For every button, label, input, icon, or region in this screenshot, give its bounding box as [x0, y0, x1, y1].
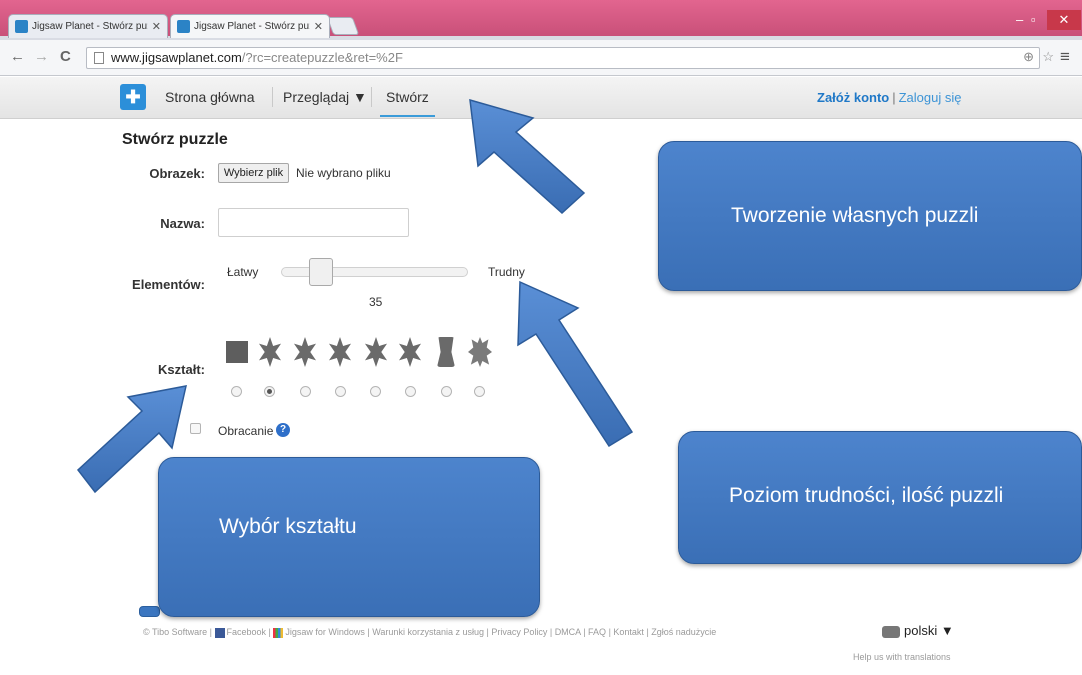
register-link[interactable]: Załóż konto — [817, 90, 889, 105]
help-icon[interactable]: ? — [276, 423, 290, 437]
pieces-label: Elementów: — [132, 277, 205, 292]
footer-privacy-link[interactable]: Privacy Policy — [491, 627, 547, 637]
name-input[interactable] — [218, 208, 409, 237]
shape-classic-2-icon[interactable] — [293, 337, 317, 367]
choose-file-button[interactable]: Wybierz plik — [218, 163, 289, 183]
shape-spiky-icon[interactable] — [468, 337, 492, 367]
nav-home[interactable]: Strona główna — [165, 89, 255, 105]
footer-windows-link[interactable]: Jigsaw for Windows — [285, 627, 365, 637]
rotation-checkbox[interactable] — [190, 423, 201, 434]
nav-create[interactable]: Stwórz — [380, 89, 435, 117]
language-value: polski ▼ — [904, 623, 954, 638]
footer-links: © Tibo Software | Facebook | Jigsaw for … — [143, 627, 717, 638]
shape-radio-2[interactable] — [264, 386, 275, 397]
nav-divider — [272, 87, 273, 107]
footer-report-link[interactable]: Zgłoś nadużycie — [651, 627, 716, 637]
shape-radio-3[interactable] — [300, 386, 311, 397]
image-label: Obrazek: — [149, 166, 205, 181]
shape-classic-4-icon[interactable] — [364, 337, 388, 367]
reload-icon[interactable]: C — [60, 48, 71, 65]
pieces-slider-handle[interactable] — [309, 258, 333, 286]
facebook-icon — [214, 627, 225, 638]
account-separator: | — [892, 90, 896, 105]
shape-classic-icon[interactable] — [258, 337, 282, 367]
browser-tab-1[interactable]: Jigsaw Planet - Stwórz pu: ✕ — [8, 14, 168, 38]
callout-shape-text: Wybór kształtu — [219, 515, 357, 538]
easy-label: Łatwy — [227, 265, 259, 279]
callout-difficulty: Poziom trudności, ilość puzzli — [678, 431, 1082, 564]
minimize-icon[interactable]: – — [1016, 12, 1023, 27]
maximize-icon[interactable]: ▫ — [1031, 12, 1036, 27]
close-window-icon[interactable]: ✕ — [1047, 10, 1081, 30]
back-icon[interactable]: ← — [10, 48, 25, 65]
translate-help-link[interactable]: Help us with translations — [853, 652, 951, 662]
tab-close-icon[interactable]: ✕ — [314, 20, 323, 33]
menu-icon[interactable]: ≡ — [1060, 47, 1070, 67]
forward-icon[interactable]: → — [34, 48, 49, 65]
footer-terms-link[interactable]: Warunki korzystania z usług — [372, 627, 484, 637]
footer-faq-link[interactable]: FAQ — [588, 627, 606, 637]
language-selector[interactable]: polski ▼ — [882, 623, 954, 638]
url-host: www.jigsawplanet.com — [111, 50, 242, 65]
copyright: © Tibo Software — [143, 627, 208, 637]
nav-divider — [371, 87, 372, 107]
rotation-label: Obracanie — [218, 424, 274, 438]
jigsaw-logo-icon[interactable]: ✚ — [120, 84, 146, 110]
bookmark-star-icon[interactable]: ☆ — [1042, 49, 1054, 65]
nav-browse[interactable]: Przeglądaj ▼ — [283, 89, 367, 105]
shape-radio-4[interactable] — [335, 386, 346, 397]
shape-radio-7[interactable] — [441, 386, 452, 397]
footer-contact-link[interactable]: Kontakt — [613, 627, 644, 637]
url-input[interactable]: www.jigsawplanet.com/?rc=createpuzzle&re… — [86, 47, 1040, 69]
account-links: Załóż konto | Zaloguj się — [817, 90, 961, 105]
zoom-icon[interactable]: ⊕ — [1023, 49, 1034, 65]
footer-dmca-link[interactable]: DMCA — [555, 627, 581, 637]
file-status: Nie wybrano pliku — [296, 166, 391, 180]
hard-label: Trudny — [488, 265, 525, 279]
shape-classic-3-icon[interactable] — [328, 337, 352, 367]
browser-tabstrip: Jigsaw Planet - Stwórz pu: ✕ Jigsaw Plan… — [0, 0, 1082, 40]
shape-radio-8[interactable] — [474, 386, 485, 397]
shape-radio-1[interactable] — [231, 386, 242, 397]
favicon-icon — [177, 20, 190, 33]
tab-title: Jigsaw Planet - Stwórz pu: — [32, 21, 148, 32]
favicon-icon — [15, 20, 28, 33]
pieces-count: 35 — [369, 295, 383, 309]
callout-difficulty-text: Poziom trudności, ilość puzzli — [729, 484, 1004, 507]
callout-create-text: Tworzenie własnych puzzli — [731, 204, 979, 227]
page-title: Stwórz puzzle — [122, 131, 228, 148]
shape-radio-5[interactable] — [370, 386, 381, 397]
small-blue-button[interactable] — [139, 606, 160, 617]
tab-title: Jigsaw Planet - Stwórz pu: — [194, 21, 310, 32]
shape-radio-6[interactable] — [405, 386, 416, 397]
login-link[interactable]: Zaloguj się — [899, 90, 962, 105]
windows-icon — [273, 627, 284, 638]
translate-icon — [882, 625, 900, 638]
shape-square-icon[interactable] — [226, 341, 248, 363]
shape-label: Kształt: — [158, 362, 205, 377]
callout-create-puzzles: Tworzenie własnych puzzli — [658, 141, 1082, 291]
tab-close-icon[interactable]: ✕ — [152, 20, 161, 33]
address-bar: ← → C www.jigsawplanet.com/?rc=createpuz… — [0, 40, 1082, 76]
page-icon — [94, 52, 104, 64]
footer-facebook-link[interactable]: Facebook — [227, 627, 267, 637]
site-header: ✚ Strona główna Przeglądaj ▼ Stwórz Załó… — [0, 77, 1082, 119]
shape-classic-5-icon[interactable] — [398, 337, 422, 367]
arrow-to-difficulty — [517, 280, 634, 448]
url-path: /?rc=createpuzzle&ret=%2F — [241, 50, 403, 65]
shape-tall-icon[interactable] — [437, 337, 455, 367]
name-label: Nazwa: — [160, 216, 205, 231]
browser-tab-2[interactable]: Jigsaw Planet - Stwórz pu: ✕ — [170, 14, 330, 38]
callout-shape: Wybór kształtu — [158, 457, 540, 617]
